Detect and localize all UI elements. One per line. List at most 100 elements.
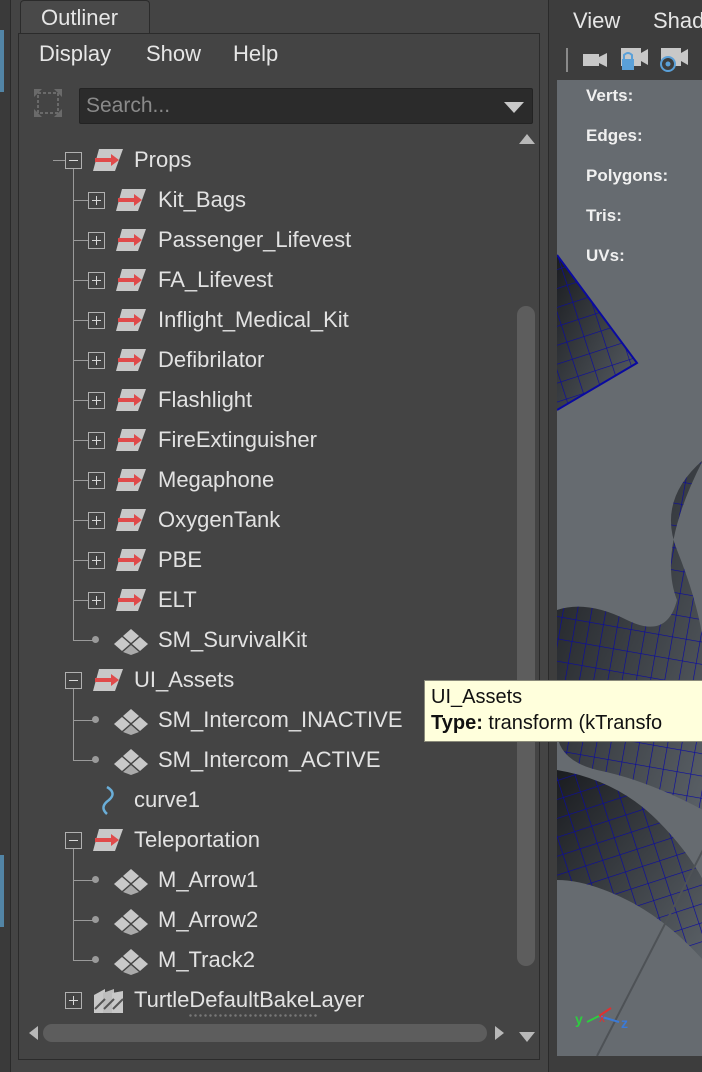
expand-icon[interactable] xyxy=(88,472,105,489)
expand-icon[interactable] xyxy=(88,272,105,289)
left-edge-strip xyxy=(0,0,11,1072)
scroll-right-icon[interactable] xyxy=(495,1026,504,1040)
axis-y-label: y xyxy=(575,1011,583,1027)
tab-outliner[interactable]: Outliner xyxy=(20,0,150,35)
tree-item-label: Props xyxy=(134,147,192,172)
hud-uvs: UVs: xyxy=(586,246,625,265)
resize-grip[interactable] xyxy=(188,1013,318,1019)
tab-outliner-label: Outliner xyxy=(41,5,119,30)
outliner-panel: Outliner Display Show Help Props Kit_Bags… xyxy=(18,0,540,1062)
3d-viewport[interactable]: Verts: Edges: Polygons: Tris: UVs: y x z xyxy=(557,80,702,1056)
tree-item[interactable]: FireExtinguisher xyxy=(19,420,509,460)
hud-polygons: Polygons: xyxy=(586,166,669,185)
tree-item[interactable]: FA_Lifevest xyxy=(19,260,509,300)
tree-item[interactable]: Teleportation xyxy=(19,820,509,860)
search-field[interactable] xyxy=(79,88,533,124)
tree-item-label: FireExtinguisher xyxy=(158,427,317,452)
tree-item[interactable]: Inflight_Medical_Kit xyxy=(19,300,509,340)
transform-icon xyxy=(116,309,146,331)
expand-icon[interactable] xyxy=(88,232,105,249)
menu-view[interactable]: View xyxy=(573,8,620,34)
transform-icon xyxy=(93,669,123,691)
menu-help[interactable]: Help xyxy=(233,41,278,67)
tree-item[interactable]: curve1 xyxy=(19,780,509,820)
tree-item[interactable]: PBE xyxy=(19,540,509,580)
expand-icon[interactable] xyxy=(88,392,105,409)
expand-icon[interactable] xyxy=(88,352,105,369)
tree-item-label: TurtleDefaultBakeLayer xyxy=(134,987,365,1012)
collapse-icon[interactable] xyxy=(65,152,82,169)
collapse-icon[interactable] xyxy=(65,672,82,689)
tree-item[interactable]: SM_Intercom_ACTIVE xyxy=(19,740,509,780)
transform-icon xyxy=(116,229,146,251)
expand-icon[interactable] xyxy=(88,592,105,609)
tree-leaf-dot xyxy=(92,716,99,723)
tree-item[interactable]: Defibrilator xyxy=(19,340,509,380)
bakelayer-icon xyxy=(94,989,124,1013)
expand-icon[interactable] xyxy=(65,992,82,1009)
tree-item[interactable]: SM_SurvivalKit xyxy=(19,620,509,660)
tree-item[interactable]: M_Track2 xyxy=(19,940,509,980)
viewport-mesh-render xyxy=(557,254,702,1056)
scroll-up-icon[interactable] xyxy=(519,134,535,144)
filter-icon[interactable] xyxy=(31,86,65,120)
tree-item-label: FA_Lifevest xyxy=(158,267,273,292)
search-dropdown-icon[interactable] xyxy=(504,102,524,113)
tree-item[interactable]: Props xyxy=(19,140,509,180)
tree-item[interactable]: OxygenTank xyxy=(19,500,509,540)
tree-item[interactable]: ELT xyxy=(19,580,509,620)
tree-item[interactable]: M_Arrow2 xyxy=(19,900,509,940)
hud-edges: Edges: xyxy=(586,126,643,145)
tree-item[interactable]: Megaphone xyxy=(19,460,509,500)
camera-icon[interactable] xyxy=(583,53,607,67)
expand-icon[interactable] xyxy=(88,512,105,529)
tree-item[interactable]: Passenger_Lifevest xyxy=(19,220,509,260)
expand-icon[interactable] xyxy=(88,312,105,329)
menu-show[interactable]: Show xyxy=(146,41,201,67)
tree-item-label: SM_Intercom_ACTIVE xyxy=(158,747,381,772)
transform-icon xyxy=(116,429,146,451)
mesh-icon xyxy=(114,749,148,775)
mesh-icon xyxy=(114,709,148,735)
expand-icon[interactable] xyxy=(88,192,105,209)
tree-item-label: M_Arrow2 xyxy=(158,907,259,932)
mesh-icon xyxy=(114,909,148,935)
hud-tris: Tris: xyxy=(586,206,622,225)
vertical-scroll-thumb[interactable] xyxy=(517,306,535,966)
tree-item-label: OxygenTank xyxy=(158,507,281,532)
tree-item[interactable]: Kit_Bags xyxy=(19,180,509,220)
horizontal-scrollbar[interactable] xyxy=(19,1020,539,1046)
vertical-scrollbar[interactable] xyxy=(515,130,537,1042)
transform-icon xyxy=(116,509,146,531)
tree-item-label: M_Arrow1 xyxy=(158,867,259,892)
search-input[interactable] xyxy=(84,91,498,121)
mesh-icon xyxy=(114,949,148,975)
tree-item-label: curve1 xyxy=(134,787,201,812)
tooltip-type-label: Type: xyxy=(431,712,483,734)
tree-item-label: Kit_Bags xyxy=(158,187,247,212)
tree-item-label: Megaphone xyxy=(158,467,275,492)
collapse-icon[interactable] xyxy=(65,832,82,849)
transform-icon xyxy=(116,189,146,211)
axis-x-label: x xyxy=(599,1011,605,1025)
transform-icon xyxy=(116,589,146,611)
axis-gizmo-icon: y x z xyxy=(575,1007,628,1031)
tree-item-label: PBE xyxy=(158,547,203,572)
tree-item-label: Flashlight xyxy=(158,387,253,412)
tooltip: UI_Assets Type: transform (kTransfo xyxy=(424,680,702,742)
tree-item[interactable]: Flashlight xyxy=(19,380,509,420)
horizontal-scroll-thumb[interactable] xyxy=(43,1024,487,1042)
tree-item-label: UI_Assets xyxy=(134,667,235,692)
hud-verts: Verts: xyxy=(586,86,634,105)
transform-icon xyxy=(116,349,146,371)
menu-shading[interactable]: Shad xyxy=(653,8,702,34)
tree-item[interactable]: M_Arrow1 xyxy=(19,860,509,900)
scroll-left-icon[interactable] xyxy=(29,1026,38,1040)
tree-leaf-dot xyxy=(92,956,99,963)
camera-attributes-icon[interactable] xyxy=(660,48,688,72)
lock-camera-icon[interactable] xyxy=(621,48,648,70)
expand-icon[interactable] xyxy=(88,552,105,569)
menu-display[interactable]: Display xyxy=(39,41,111,67)
outliner-body: Display Show Help Props Kit_Bags Passenger… xyxy=(18,33,540,1060)
expand-icon[interactable] xyxy=(88,432,105,449)
